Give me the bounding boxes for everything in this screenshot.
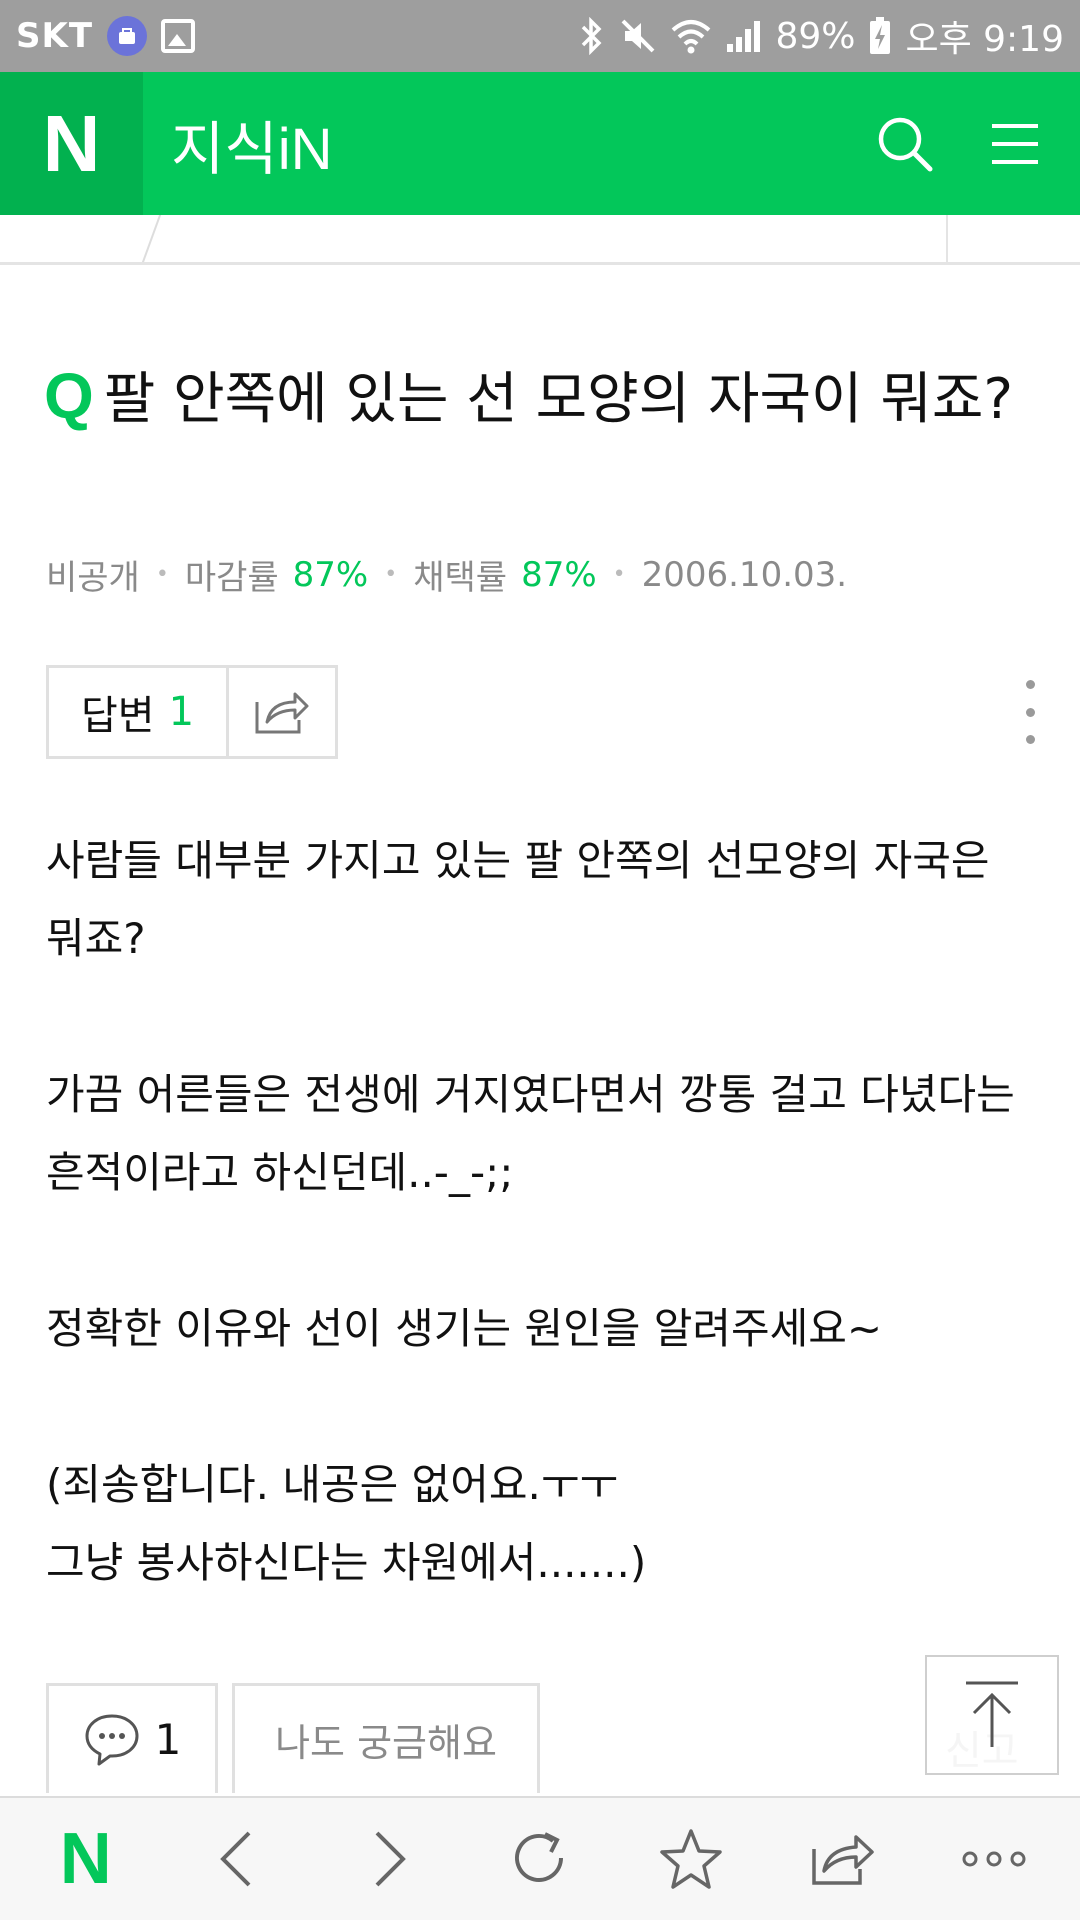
adopt-rate-label: 채택률 (413, 558, 508, 598)
search-icon (878, 117, 933, 171)
question-title-text: 팔 안쪽에 있는 선 모양의 자국이 뭐죠? (103, 367, 1014, 432)
body-paragraph: 사람들 대부분 가지고 있는 팔 안쪽의 선모양의 자국은 뭐죠? (46, 836, 990, 963)
more-options-button[interactable] (1020, 680, 1040, 744)
adopt-rate-value: 87% (521, 554, 597, 595)
naver-logo: N (59, 1819, 112, 1899)
answer-label: 답변 (80, 693, 155, 739)
share-icon (812, 1835, 874, 1885)
chevron-left-icon (220, 1831, 251, 1887)
mute-icon (619, 17, 657, 55)
arrow-up-to-top-icon (966, 1681, 1018, 1747)
back-button[interactable] (182, 1804, 292, 1914)
bookmark-button[interactable] (636, 1804, 746, 1914)
divider (946, 215, 948, 262)
browser-toolbar: N (0, 1796, 1080, 1920)
more-dot (1025, 707, 1035, 717)
me-too-curious-button[interactable]: 나도 궁금해요 (232, 1683, 540, 1793)
breadcrumb-separator (138, 215, 164, 262)
more-menu-button[interactable] (939, 1804, 1049, 1914)
close-rate-value: 87% (292, 554, 369, 595)
question-meta: 비공개 • 마감률 87% • 채택률 87% • 2006.10.03. (46, 550, 847, 599)
speech-bubble-icon (85, 1714, 139, 1765)
clock: 오후 9:19 (905, 19, 1064, 60)
naver-home-button[interactable]: N (31, 1804, 141, 1914)
app-bar: N 지식iN (0, 72, 1080, 215)
answer-share-group: 답변 1 (46, 665, 338, 759)
refresh-button[interactable] (485, 1804, 595, 1914)
search-button[interactable] (870, 109, 940, 179)
hamburger-menu-icon (992, 123, 1038, 164)
refresh-icon (514, 1832, 563, 1882)
share-page-button[interactable] (788, 1804, 898, 1914)
meta-dot: • (155, 562, 169, 587)
more-horizontal-icon (962, 1851, 1026, 1867)
comment-button[interactable]: 1 (46, 1683, 218, 1793)
wifi-icon (671, 18, 711, 54)
meta-dot: • (384, 562, 398, 587)
scroll-to-top-button[interactable] (925, 1655, 1059, 1775)
service-title[interactable]: 지식iN (171, 102, 333, 186)
comment-count: 1 (154, 1715, 182, 1764)
category-breadcrumb-strip[interactable] (0, 215, 1080, 265)
more-dot (1025, 680, 1035, 689)
gallery-notification-icon (161, 19, 196, 53)
question-mark-icon: Q (44, 360, 94, 432)
answer-count: 1 (168, 689, 195, 735)
curious-label: 나도 궁금해요 (275, 1721, 497, 1765)
meta-dot: • (612, 562, 626, 587)
share-icon (255, 692, 309, 734)
signal-icon (725, 18, 761, 54)
more-dot (1025, 735, 1035, 744)
status-bar: SKT 89% 오후 9:19 (0, 0, 1080, 72)
battery-charging-icon (869, 17, 891, 55)
carrier-label: SKT (16, 16, 94, 56)
naver-logo: N (42, 98, 101, 188)
naver-logo-button[interactable]: N (0, 72, 143, 215)
body-paragraph: 그냥 봉사하신다는 차원에서.......) (46, 1538, 647, 1587)
body-paragraph: (죄송합니다. 내공은 없어요.ㅜㅜ (46, 1460, 619, 1509)
store-notification-icon (107, 16, 148, 56)
close-rate-label: 마감률 (184, 558, 279, 598)
body-paragraph: 가끔 어른들은 전생에 거지였다면서 깡통 걸고 다녔다는 흔적이라고 하신던데… (46, 1070, 1015, 1197)
question-title: Q팔 안쪽에 있는 선 모양의 자국이 뭐죠? (44, 355, 1034, 441)
body-paragraph: 정확한 이유와 선이 생기는 원인을 알려주세요~ (46, 1304, 883, 1353)
author-name: 비공개 (46, 558, 140, 598)
star-icon (660, 1829, 723, 1889)
answer-count-button[interactable]: 답변 1 (49, 668, 229, 756)
share-button[interactable] (229, 668, 335, 756)
bluetooth-icon (579, 17, 605, 55)
question-date: 2006.10.03. (641, 554, 848, 595)
battery-percent: 89% (775, 15, 856, 57)
menu-button[interactable] (980, 109, 1050, 179)
forward-button[interactable] (334, 1804, 444, 1914)
chevron-right-icon (375, 1831, 406, 1887)
question-body: 사람들 대부분 가지고 있는 팔 안쪽의 선모양의 자국은 뭐죠? 가끔 어른들… (46, 822, 1036, 1602)
